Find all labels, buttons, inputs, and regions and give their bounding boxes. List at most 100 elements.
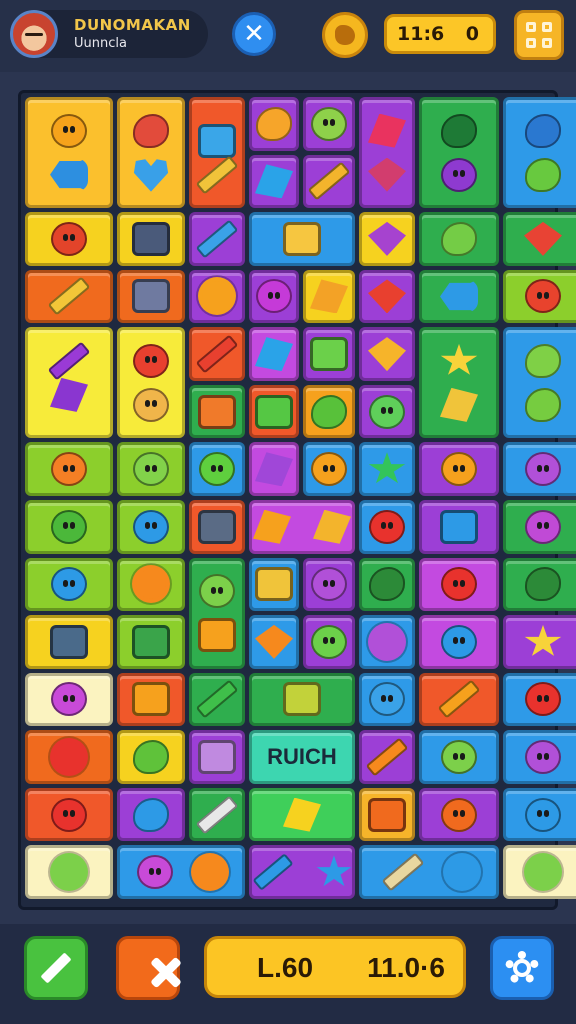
- board-tile[interactable]: [25, 212, 113, 266]
- board-tile[interactable]: [25, 269, 113, 324]
- board-tile[interactable]: [503, 615, 576, 669]
- board-tile[interactable]: [25, 615, 113, 669]
- board-tile[interactable]: [117, 97, 185, 209]
- board-tile[interactable]: [419, 730, 499, 784]
- board-tile[interactable]: [189, 384, 245, 439]
- grid-menu-button[interactable]: [514, 10, 564, 60]
- board-tile[interactable]: [25, 97, 113, 209]
- board-tile[interactable]: [419, 269, 499, 324]
- board-tile[interactable]: [249, 154, 299, 209]
- board-tile[interactable]: [419, 672, 499, 727]
- board-tile[interactable]: [25, 787, 113, 842]
- board-tile[interactable]: [189, 97, 245, 209]
- tools-button[interactable]: [116, 936, 182, 1000]
- board-tile[interactable]: [249, 269, 299, 324]
- board-tile[interactable]: [189, 557, 245, 669]
- board-tile[interactable]: [189, 327, 245, 381]
- board-tile[interactable]: [503, 787, 576, 842]
- board-tile[interactable]: [303, 442, 355, 496]
- board-tile[interactable]: [359, 384, 415, 439]
- board-tile[interactable]: [303, 557, 355, 612]
- board-tile[interactable]: [189, 212, 245, 266]
- board-tile[interactable]: [117, 787, 185, 842]
- board-tile[interactable]: [117, 845, 245, 899]
- board-tile[interactable]: [503, 269, 576, 324]
- board-tile[interactable]: [303, 384, 355, 439]
- board-tile[interactable]: [117, 730, 185, 784]
- board-tile[interactable]: [189, 787, 245, 842]
- board-tile[interactable]: [419, 500, 499, 554]
- board-tile[interactable]: [249, 384, 299, 439]
- board-tile[interactable]: [359, 212, 415, 266]
- player-profile[interactable]: DUNOMAKAN Uunncla: [10, 10, 208, 58]
- board-tile[interactable]: [359, 845, 499, 899]
- board-tile[interactable]: [503, 845, 576, 899]
- board-tile[interactable]: [359, 500, 415, 554]
- board-tile[interactable]: [359, 442, 415, 496]
- board-tile[interactable]: [419, 327, 499, 439]
- board-tile[interactable]: [503, 442, 576, 496]
- board-tile[interactable]: [303, 154, 355, 209]
- board-tile[interactable]: [503, 97, 576, 209]
- board-tile[interactable]: [303, 269, 355, 324]
- board-tile[interactable]: [249, 845, 355, 899]
- board-tile[interactable]: [189, 500, 245, 554]
- board-tile[interactable]: [359, 557, 415, 612]
- board-tile[interactable]: [249, 672, 355, 727]
- board-tile[interactable]: [249, 615, 299, 669]
- board-tile[interactable]: [189, 269, 245, 324]
- board-tile[interactable]: [117, 269, 185, 324]
- board-tile[interactable]: [359, 327, 415, 381]
- board-tile[interactable]: [25, 730, 113, 784]
- board-tile[interactable]: [249, 442, 299, 496]
- board-tile[interactable]: [503, 672, 576, 727]
- board-tile[interactable]: [503, 730, 576, 784]
- board-tile[interactable]: [25, 327, 113, 439]
- settings-button[interactable]: [490, 936, 554, 1000]
- board-tile[interactable]: [419, 212, 499, 266]
- board-tile[interactable]: [117, 672, 185, 727]
- board-tile[interactable]: [249, 500, 355, 554]
- board-tile[interactable]: [419, 442, 499, 496]
- board-tile[interactable]: [117, 442, 185, 496]
- board-tile[interactable]: [359, 730, 415, 784]
- board-tile[interactable]: [503, 557, 576, 612]
- board-tile[interactable]: [359, 97, 415, 209]
- board-tile[interactable]: [359, 269, 415, 324]
- close-button[interactable]: ✕: [232, 12, 276, 56]
- edit-button[interactable]: [24, 936, 88, 1000]
- board-tile[interactable]: [359, 672, 415, 727]
- board-tile[interactable]: [117, 500, 185, 554]
- board-tile[interactable]: [189, 672, 245, 727]
- board-tile[interactable]: [249, 557, 299, 612]
- board-tile[interactable]: [419, 787, 499, 842]
- board-tile[interactable]: [117, 327, 185, 439]
- board-tile[interactable]: [503, 327, 576, 439]
- board-tile[interactable]: [25, 500, 113, 554]
- avatar[interactable]: [10, 10, 58, 58]
- board-tile[interactable]: [117, 212, 185, 266]
- board-tile[interactable]: [249, 327, 299, 381]
- board-tile[interactable]: [303, 97, 355, 151]
- board-tile[interactable]: [303, 327, 355, 381]
- board-tile[interactable]: RUICH: [249, 730, 355, 784]
- board-tile[interactable]: [303, 615, 355, 669]
- board-tile[interactable]: [419, 557, 499, 612]
- board-tile[interactable]: [25, 845, 113, 899]
- board-tile[interactable]: [189, 730, 245, 784]
- board-tile[interactable]: [25, 672, 113, 727]
- board-tile[interactable]: [503, 212, 576, 266]
- board-tile[interactable]: [503, 500, 576, 554]
- board-tile[interactable]: [359, 787, 415, 842]
- board-tile[interactable]: [25, 442, 113, 496]
- board-tile[interactable]: [249, 97, 299, 151]
- board-tile[interactable]: [419, 615, 499, 669]
- board-tile[interactable]: [419, 97, 499, 209]
- board-tile[interactable]: [359, 615, 415, 669]
- board-tile[interactable]: [117, 557, 185, 612]
- board-tile[interactable]: [189, 442, 245, 496]
- board-tile[interactable]: [249, 787, 355, 842]
- board-tile[interactable]: [25, 557, 113, 612]
- board-tile[interactable]: [249, 212, 355, 266]
- board-tile[interactable]: [117, 615, 185, 669]
